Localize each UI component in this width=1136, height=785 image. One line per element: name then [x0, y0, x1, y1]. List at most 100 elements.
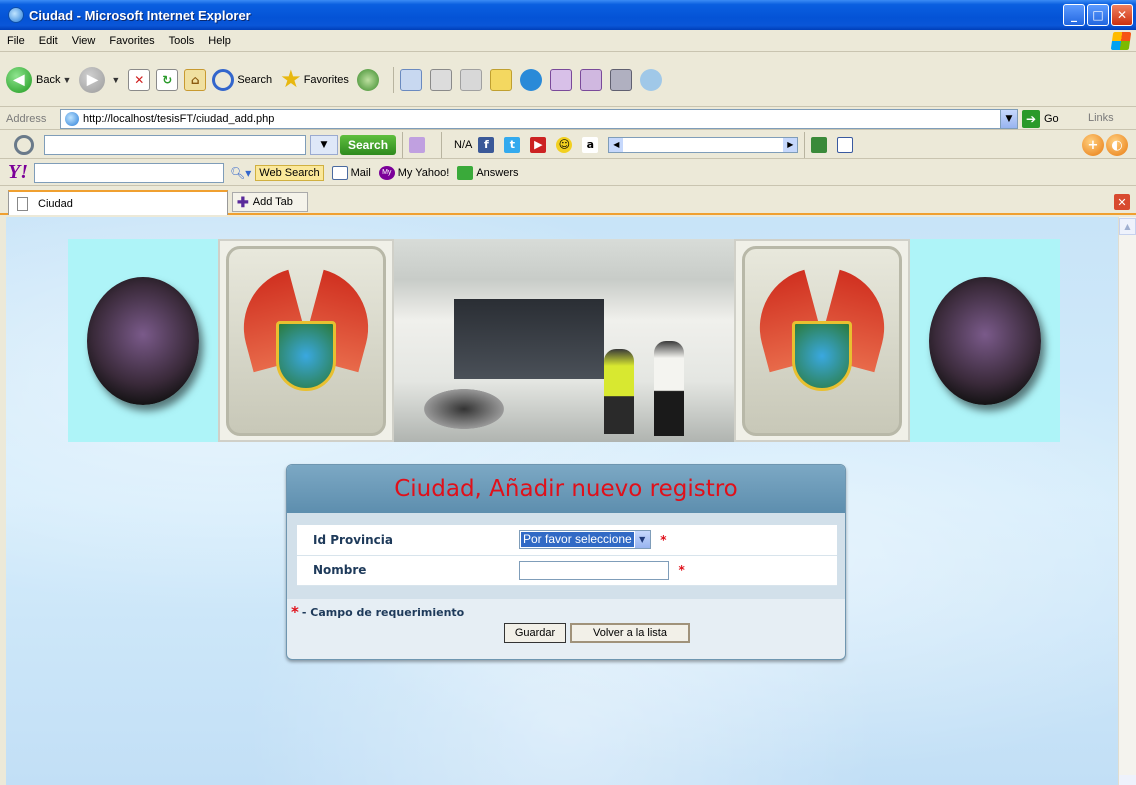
page-icon	[17, 196, 28, 211]
camera-icon[interactable]	[811, 136, 828, 153]
stop-icon[interactable]: ✕	[128, 68, 151, 91]
menu-view[interactable]: View	[65, 35, 103, 47]
nombre-input[interactable]	[519, 560, 669, 580]
tab-ciudad[interactable]: Ciudad	[8, 190, 228, 215]
web-search-button[interactable]: Web Search	[255, 164, 324, 181]
form-buttons: Guardar Volver a la lista	[353, 623, 841, 643]
id-provincia-select[interactable]: Por favor seleccione ▼	[519, 530, 651, 550]
toolbar-extra-buttons: + ◐	[1082, 134, 1128, 156]
back-to-list-button[interactable]: Volver a la lista	[570, 623, 690, 643]
form-row-provincia: Id Provincia Por favor seleccione ▼ *	[297, 525, 837, 556]
options-icon[interactable]: ◐	[1106, 134, 1128, 156]
police-emblem-image	[929, 276, 1041, 405]
chevron-down-icon[interactable]: ▼	[634, 531, 650, 549]
na-label: N/A	[454, 138, 473, 151]
go-button[interactable]: ➔ Go	[1022, 110, 1059, 128]
address-bar: Address http://localhost/tesisFT/ciudad_…	[0, 108, 1136, 130]
favorites-button[interactable]: ★ Favorites	[280, 65, 349, 94]
toolbar-divider	[402, 131, 404, 158]
menu-file[interactable]: File	[0, 35, 32, 47]
toolbar-scroller[interactable]: ◀ ▶	[608, 136, 799, 153]
panel-header: Ciudad, Añadir nuevo registro	[287, 465, 845, 513]
smiley-icon[interactable]: ☺	[556, 136, 573, 153]
my-yahoo-icon: My	[378, 165, 395, 180]
minimize-button[interactable]: _	[1063, 4, 1085, 26]
amazon-icon[interactable]: a	[582, 136, 599, 153]
close-button[interactable]: ✕	[1111, 4, 1133, 26]
search-engine-dropdown[interactable]: ▼	[310, 134, 338, 155]
menu-help[interactable]: Help	[201, 35, 238, 47]
toolbar-search-button[interactable]: Search	[340, 134, 397, 155]
scroll-up-icon[interactable]: ▲	[1119, 218, 1136, 235]
forward-button[interactable]: ▶ ▼	[79, 66, 120, 93]
menu-tools[interactable]: Tools	[162, 35, 202, 47]
book-icon[interactable]	[609, 68, 632, 91]
add-icon[interactable]: +	[1082, 134, 1104, 156]
address-input[interactable]: http://localhost/tesisFT/ciudad_add.php …	[60, 109, 1018, 129]
envelope-icon[interactable]	[837, 136, 854, 153]
magnifier-icon	[14, 134, 34, 155]
translate-icon[interactable]	[579, 68, 602, 91]
page-title: Ciudad, Añadir nuevo registro	[394, 476, 738, 502]
yahoo-logo[interactable]: Y!	[8, 161, 28, 184]
history-icon[interactable]	[356, 68, 379, 91]
toolbar-divider	[392, 66, 394, 93]
toolbar-search-input[interactable]	[44, 134, 306, 155]
facebook-icon[interactable]: f	[478, 136, 495, 153]
save-button[interactable]: Guardar	[504, 623, 566, 643]
search-label: Search	[237, 73, 273, 86]
coat-of-arms-image	[230, 266, 382, 416]
banner-logo-right	[910, 239, 1060, 442]
back-button[interactable]: ◀ Back ▼	[6, 66, 71, 93]
edit-icon[interactable]	[459, 68, 482, 91]
required-mark: *	[660, 532, 667, 547]
menu-edit[interactable]: Edit	[32, 35, 65, 47]
required-star-icon: *	[291, 603, 299, 621]
required-note: * - Campo de requerimiento	[291, 603, 841, 621]
plus-icon: ✚	[237, 193, 249, 210]
my-yahoo-link[interactable]: My My Yahoo!	[378, 165, 450, 180]
id-provincia-selected-value: Por favor seleccione	[520, 531, 635, 549]
maximize-button[interactable]: □	[1087, 4, 1109, 26]
window-titlebar: Ciudad - Microsoft Internet Explorer _ □…	[0, 0, 1136, 30]
messenger-icon[interactable]	[519, 68, 542, 91]
windows-logo-icon	[1110, 32, 1132, 50]
pen-icon[interactable]	[409, 136, 426, 153]
page-scrollbar[interactable]: ▲	[1118, 217, 1136, 785]
panel-body: Id Provincia Por favor seleccione ▼ * No…	[287, 513, 845, 599]
building-photo	[394, 239, 734, 442]
address-url: http://localhost/tesisFT/ciudad_add.php	[83, 113, 275, 125]
search-icon[interactable]: 🔍︎▾	[230, 166, 251, 180]
tab-bar: Ciudad ✚ Add Tab ✕	[0, 187, 1136, 215]
refresh-icon[interactable]: ↻	[156, 68, 179, 91]
youtube-icon[interactable]: ▶	[530, 136, 547, 153]
users-icon[interactable]	[639, 68, 662, 91]
page-content: Ciudad, Añadir nuevo registro Id Provinc…	[6, 217, 1118, 785]
add-tab-button[interactable]: ✚ Add Tab	[232, 192, 308, 212]
search-button[interactable]: Search	[212, 68, 273, 91]
ie-app-icon	[8, 7, 24, 23]
menu-favorites[interactable]: Favorites	[102, 35, 161, 47]
yahoo-toolbar: Y! 🔍︎▾ Web Search Mail My My Yahoo! Answ…	[0, 160, 1136, 186]
twitter-icon[interactable]: t	[504, 136, 521, 153]
links-label[interactable]: Links	[1088, 112, 1114, 124]
banner-crest-right	[734, 239, 910, 442]
print-icon[interactable]	[429, 68, 452, 91]
folder-icon[interactable]	[489, 68, 512, 91]
window-title: Ciudad - Microsoft Internet Explorer	[29, 7, 251, 23]
mail-icon[interactable]	[399, 68, 422, 91]
mail-label: Mail	[350, 166, 371, 179]
close-tab-icon[interactable]: ✕	[1114, 194, 1130, 210]
scroll-right-icon[interactable]: ▶	[783, 137, 798, 152]
answers-link[interactable]: Answers	[457, 165, 519, 180]
yahoo-search-input[interactable]	[34, 162, 224, 183]
yahoo-mail-link[interactable]: Mail	[331, 165, 371, 180]
my-yahoo-label: My Yahoo!	[397, 166, 450, 179]
banner-crest-left	[218, 239, 394, 442]
address-dropdown-icon[interactable]: ▼	[1000, 110, 1017, 128]
scroll-left-icon[interactable]: ◀	[609, 137, 624, 152]
toolbar-divider	[804, 131, 806, 158]
panel-footer: * - Campo de requerimiento Guardar Volve…	[287, 599, 845, 643]
home-icon[interactable]: ⌂	[184, 68, 207, 91]
research-icon[interactable]	[549, 68, 572, 91]
